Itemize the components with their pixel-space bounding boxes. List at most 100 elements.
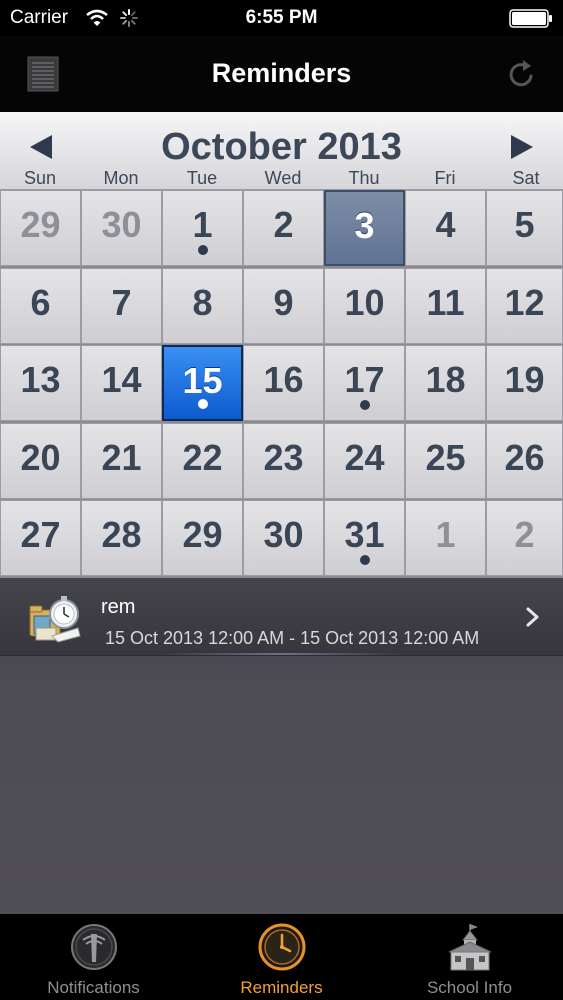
event-indicator-dot [359, 400, 370, 410]
calendar-day-cell[interactable]: 15 [162, 345, 243, 421]
calendar-day-cell[interactable]: 3 [324, 190, 405, 266]
calendar-day-cell[interactable]: 6 [0, 268, 81, 344]
day-number: 20 [20, 437, 61, 478]
calendar-day-cell[interactable]: 7 [81, 268, 162, 344]
calendar-day-cell[interactable]: 31 [324, 500, 405, 576]
calendar-day-cell[interactable]: 29 [0, 190, 81, 266]
tab-notifications[interactable]: Notifications [0, 914, 187, 1000]
day-number: 6 [30, 282, 51, 323]
battery-icon [509, 9, 552, 28]
tab-reminders[interactable]: Reminders [188, 914, 375, 1000]
day-number: 4 [435, 204, 456, 245]
tab-label: Notifications [47, 978, 140, 997]
calendar-day-cell[interactable]: 5 [486, 190, 563, 266]
weekday-label: Tue [186, 168, 218, 188]
calendar-day-cell[interactable]: 18 [405, 345, 486, 421]
reminder-list: rem 15 Oct 2013 12:00 AM - 15 Oct 2013 1… [0, 578, 563, 914]
tab-label: School Info [426, 978, 513, 997]
day-number: 30 [101, 204, 142, 245]
refresh-icon[interactable] [507, 58, 537, 90]
status-time: 6:55 PM [245, 7, 318, 28]
calendar-day-cell[interactable]: 22 [162, 423, 243, 499]
calendar-day-cell[interactable]: 12 [486, 268, 563, 344]
day-number: 24 [344, 437, 385, 478]
calendar-day-cell[interactable]: 30 [81, 190, 162, 266]
calendar-day-cell[interactable]: 8 [162, 268, 243, 344]
day-number: 27 [20, 514, 61, 555]
day-number: 1 [192, 204, 213, 245]
calendar-day-cell[interactable]: 20 [0, 423, 81, 499]
calendar-grid: 29 30 1 2 3 4 5 6 7 8 9 10 11 12 13 14 15 16 17 18 19 20 21 22 2… [0, 190, 563, 578]
day-number: 13 [20, 359, 61, 400]
day-number: 8 [192, 282, 213, 323]
calendar-day-cell[interactable]: 21 [81, 423, 162, 499]
reminder-date-range: 15 Oct 2013 12:00 AM - 15 Oct 2013 12:00… [105, 628, 480, 648]
day-number: 7 [111, 282, 132, 323]
day-number: 31 [344, 514, 385, 555]
calendar-day-cell[interactable]: 28 [81, 500, 162, 576]
day-number: 2 [514, 514, 535, 555]
school-icon [448, 924, 491, 971]
calendar-day-cell[interactable]: 27 [0, 500, 81, 576]
day-number: 11 [426, 282, 465, 323]
reminder-list-item[interactable]: rem 15 Oct 2013 12:00 AM - 15 Oct 2013 1… [0, 578, 563, 656]
event-indicator-dot [359, 555, 370, 565]
weekday-label: Sat [512, 168, 540, 188]
day-number: 2 [273, 204, 294, 245]
calendar-day-cell[interactable]: 9 [243, 268, 324, 344]
calendar-day-cell[interactable]: 19 [486, 345, 563, 421]
navigation-bar: Reminders [0, 36, 563, 112]
day-number: 1 [435, 514, 456, 555]
calendar-day-cell[interactable]: 14 [81, 345, 162, 421]
calendar-day-cell[interactable]: 30 [243, 500, 324, 576]
calendar-day-cell[interactable]: 1 [405, 500, 486, 576]
weekday-label: Wed [264, 168, 302, 188]
day-number: 18 [425, 359, 466, 400]
calendar-day-cell[interactable]: 25 [405, 423, 486, 499]
antenna-icon [70, 924, 117, 970]
calendar-day-cell[interactable]: 4 [405, 190, 486, 266]
event-indicator-dot [197, 245, 208, 255]
day-number: 14 [101, 359, 142, 400]
next-month-arrow-icon[interactable] [507, 132, 537, 162]
calendar-day-cell[interactable]: 2 [243, 190, 324, 266]
calendar-day-cell[interactable]: 26 [486, 423, 563, 499]
tab-school-info[interactable]: School Info [376, 914, 563, 1000]
day-number: 5 [514, 204, 535, 245]
calendar-day-cell[interactable]: 17 [324, 345, 405, 421]
day-number: 23 [263, 437, 304, 478]
reminder-clock-icon [29, 596, 81, 643]
day-number: 17 [344, 359, 385, 400]
calendar-day-cell[interactable]: 29 [162, 500, 243, 576]
tab-label: Reminders [240, 978, 323, 997]
day-number: 26 [504, 437, 545, 478]
day-number: 29 [20, 204, 61, 245]
calendar-day-cell[interactable]: 2 [486, 500, 563, 576]
status-bar: Carrier 6:55 PM [0, 0, 563, 36]
weekday-label: Fri [434, 168, 456, 188]
calendar-day-cell[interactable]: 24 [324, 423, 405, 499]
day-number: 22 [182, 437, 223, 478]
day-number: 16 [263, 359, 304, 400]
calendar-day-cell[interactable]: 16 [243, 345, 324, 421]
weekday-label: Thu [348, 168, 380, 188]
day-number: 29 [182, 514, 223, 555]
calendar-day-cell[interactable]: 11 [405, 268, 486, 344]
day-number: 15 [182, 360, 223, 401]
day-number: 25 [425, 437, 466, 478]
day-number: 30 [263, 514, 304, 555]
reminder-title: rem [101, 596, 136, 618]
calendar-day-cell[interactable]: 1 [162, 190, 243, 266]
chevron-right-icon [526, 607, 539, 627]
calendar-day-cell[interactable]: 13 [0, 345, 81, 421]
tab-bar: Notifications Reminders School Info [0, 914, 563, 1000]
day-number: 19 [504, 359, 545, 400]
calendar-day-cell[interactable]: 23 [243, 423, 324, 499]
day-number: 9 [273, 282, 294, 323]
calendar-day-cell[interactable]: 10 [324, 268, 405, 344]
page-title: Reminders [211, 58, 352, 88]
clock-icon [258, 923, 305, 971]
weekday-label: Sun [23, 168, 57, 188]
day-number: 12 [504, 282, 545, 323]
day-number: 28 [101, 514, 142, 555]
